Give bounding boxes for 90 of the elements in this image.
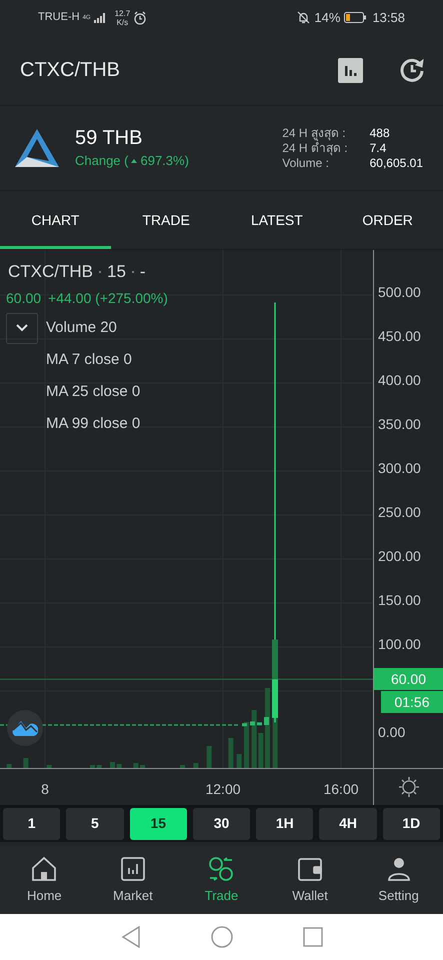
volume-bar	[180, 765, 185, 768]
volume-bar	[133, 763, 138, 768]
cloud-chart-icon	[12, 719, 38, 737]
chart-toggle-button[interactable]	[338, 58, 363, 82]
back-icon[interactable]	[120, 926, 140, 948]
logo-icon	[13, 127, 61, 169]
tab[interactable]: LATEST	[222, 191, 332, 249]
volume-bar	[228, 738, 234, 768]
price-label: 400.00	[378, 372, 421, 388]
mute-bell-icon	[297, 11, 310, 24]
change-label: Change (	[75, 152, 128, 170]
battery-icon	[344, 12, 366, 23]
chart-logo-button[interactable]	[7, 710, 43, 746]
interval-button[interactable]: 30	[192, 808, 250, 840]
price-label: 450.00	[378, 328, 421, 344]
volume-bar	[193, 763, 198, 768]
interval-button[interactable]: 4H	[319, 808, 377, 840]
volume-bar	[116, 764, 122, 768]
candle	[250, 721, 255, 726]
chevron-down-icon	[16, 324, 28, 332]
interval-button[interactable]: 15	[130, 808, 187, 840]
candle	[264, 717, 269, 726]
speed-unit: K/s	[116, 18, 128, 26]
indicator-label: MA 7 close 0	[46, 350, 133, 370]
nav-item[interactable]: Market	[88, 846, 178, 914]
price-change: +44.00 (+275.00%)	[48, 288, 168, 308]
speed-value: 12.7	[114, 8, 130, 18]
volume-bar	[96, 765, 102, 768]
battery-percent: 14%	[314, 8, 340, 27]
tab[interactable]: TRADE	[110, 191, 222, 249]
time-label: 16:00	[323, 780, 359, 799]
candle	[242, 723, 247, 726]
caret-up-icon	[131, 159, 138, 163]
price-label: 100.00	[378, 636, 421, 652]
tab[interactable]: ORDER	[332, 191, 443, 249]
current-price: 59 THB	[75, 126, 144, 152]
page-title: CTXC/THB	[20, 58, 120, 83]
chart-status: -	[140, 261, 146, 283]
nav-item[interactable]: Setting	[354, 846, 443, 914]
price-label: 150.00	[378, 592, 421, 608]
volume-bar	[46, 765, 52, 768]
volume-bar	[23, 758, 28, 768]
alarm-icon	[133, 10, 148, 24]
stat-label: 24 H ต่ำสุด :	[282, 140, 348, 156]
stat-label: Volume :	[282, 156, 330, 170]
nav-item[interactable]: Home	[0, 846, 89, 914]
recents-icon[interactable]	[302, 927, 322, 947]
indicator-label: Volume 20	[46, 318, 118, 338]
collapse-button[interactable]	[6, 312, 38, 344]
volume-bar	[206, 746, 212, 768]
volume-bar	[140, 765, 145, 768]
nav-item[interactable]: Wallet	[266, 846, 354, 914]
stat-label: 24 H สูงสุด :	[282, 126, 347, 140]
time-label: 8	[41, 780, 49, 799]
carrier-name: TRUE-H	[38, 10, 80, 26]
history-icon[interactable]	[399, 57, 425, 83]
candle	[257, 722, 262, 726]
volume-bar	[90, 765, 95, 768]
price-label: 500.00	[378, 284, 421, 300]
time-label: 12:00	[205, 780, 241, 799]
stat-value: 7.4	[370, 140, 388, 156]
volume-bar	[110, 762, 115, 768]
price-tag: 60.00	[374, 668, 443, 690]
clock-time: 13:58	[372, 8, 405, 27]
stat-value: 60,605.01	[370, 156, 423, 170]
nav-item[interactable]: Trade	[177, 846, 266, 914]
settings-icon[interactable]	[398, 776, 420, 798]
stat-value: 488	[370, 126, 391, 140]
price-label: 0.00	[378, 724, 406, 740]
interval-button[interactable]: 1H	[256, 808, 314, 840]
interval-button[interactable]: 5	[66, 808, 124, 840]
volume-bar	[6, 764, 12, 768]
interval-button[interactable]: 1	[3, 808, 60, 840]
price-label: 250.00	[378, 504, 421, 520]
price-label: 350.00	[378, 416, 421, 432]
countdown-tag: 01:56	[381, 691, 443, 714]
price-label: 200.00	[378, 548, 421, 564]
price-label: 300.00	[378, 460, 421, 476]
indicator-label: MA 25 close 0	[46, 382, 140, 402]
volume-bar	[236, 754, 242, 768]
interval-button[interactable]: 1D	[382, 808, 440, 840]
chart-symbol: CTXC/THB	[8, 261, 93, 283]
volume-bar	[244, 722, 249, 768]
indicator-label: MA 99 close 0	[46, 414, 140, 434]
bar-chart-icon	[344, 64, 357, 76]
home-circle-icon[interactable]	[210, 926, 232, 948]
last-price: 60.00	[6, 288, 42, 308]
signal-icon	[94, 12, 106, 22]
change-percent: 697.3%)	[140, 152, 189, 170]
chart-interval: 15	[107, 261, 126, 283]
